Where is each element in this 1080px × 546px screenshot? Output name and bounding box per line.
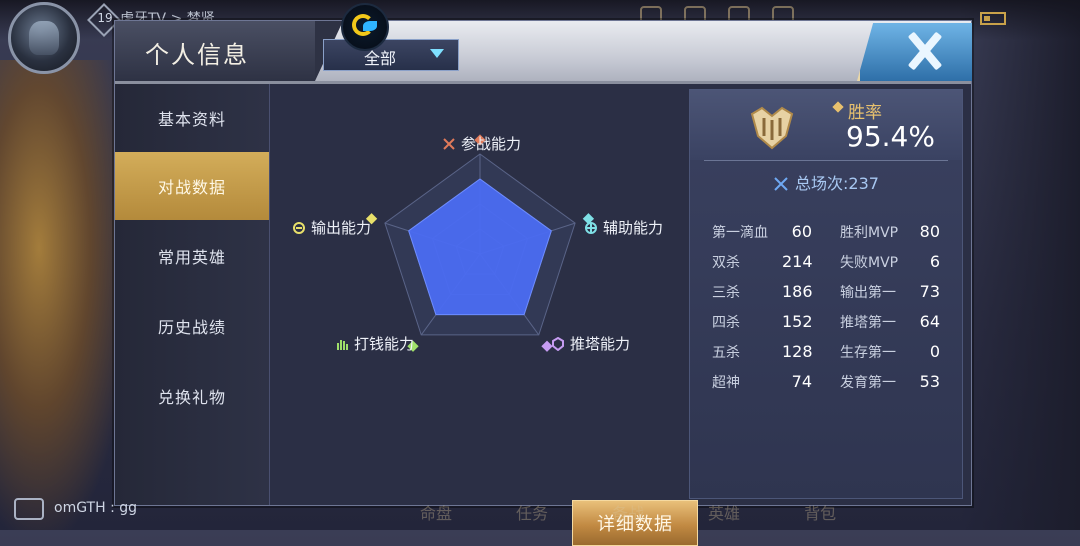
total-games-value: 237 — [848, 174, 879, 193]
huya-logo-icon — [341, 3, 389, 51]
radar-axis-label: 参战能力 — [461, 135, 522, 153]
mode-filter-select[interactable]: 全部 — [323, 39, 459, 71]
stat-label: 推塔第一 — [840, 315, 896, 331]
nav-item-rune[interactable]: 命盘 — [420, 500, 452, 524]
sidebar-item-battle-stats[interactable]: 对战数据 — [115, 152, 269, 220]
chat-icon[interactable] — [14, 498, 44, 520]
stat-label: 输出第一 — [840, 285, 896, 301]
tower-icon — [552, 337, 564, 351]
sidebar: 基本资料 对战数据 常用英雄 历史战绩 兑换礼物 — [115, 84, 270, 505]
stat-value: 80 — [919, 222, 940, 241]
crossed-swords-icon — [443, 138, 455, 150]
total-games-label: 总场次: — [795, 174, 849, 193]
bottom-nav: 命盘 任务 备战 英雄 背包 — [420, 500, 836, 524]
stat-label: 发育第一 — [840, 375, 896, 391]
chevron-down-icon — [430, 49, 444, 58]
sidebar-item-label: 对战数据 — [157, 178, 226, 197]
stat-value: 74 — [791, 372, 812, 391]
radar-label-damage: 输出能力 — [292, 217, 371, 238]
stat-value: 60 — [791, 222, 812, 241]
winrate-header: 胜率 95.4% — [690, 90, 962, 160]
stat-row: 四杀 152 推塔第一 64 — [690, 312, 962, 342]
stat-value: 64 — [919, 312, 940, 331]
crossed-swords-icon — [774, 177, 788, 191]
nav-item-tasks[interactable]: 任务 — [516, 500, 548, 524]
stat-value: 214 — [782, 252, 813, 271]
nav-item-backpack[interactable]: 背包 — [804, 500, 836, 524]
stats-panel: 胜率 95.4% 总场次:237 第一滴血 60 胜利MVP 80 双杀 214… — [689, 89, 963, 499]
stat-value: 186 — [782, 282, 813, 301]
sidebar-item-label: 兑换礼物 — [157, 388, 226, 407]
stat-label: 第一滴血 — [712, 225, 768, 241]
battery-icon — [980, 12, 1006, 25]
stat-label: 四杀 — [712, 315, 740, 331]
radar-label-farming: 打钱能力 — [335, 333, 414, 354]
radar-label-participation: 参战能力 — [442, 133, 521, 154]
stat-row: 超神 74 发育第一 53 — [690, 372, 962, 402]
stat-row: 第一滴血 60 胜利MVP 80 — [690, 222, 962, 252]
diamond-icon — [832, 101, 844, 113]
radar-label-tower-push: 推塔能力 — [551, 333, 630, 354]
background-shade — [960, 0, 1080, 530]
player-avatar[interactable] — [8, 2, 80, 74]
stat-value: 152 — [782, 312, 813, 331]
stat-value: 73 — [919, 282, 940, 301]
divider — [704, 160, 948, 161]
personal-info-dialog: 个人信息 全部 基本资料 对战数据 常用英雄 历史战绩 兑换礼物 参战能力 辅助… — [114, 3, 972, 546]
total-games-row: 总场次:237 — [690, 170, 962, 194]
radar-axis-label: 打钱能力 — [354, 335, 415, 353]
sidebar-item-redeem-gifts[interactable]: 兑换礼物 — [115, 362, 269, 430]
ability-radar-panel: 参战能力 辅助能力 推塔能力 打钱能力 输出能力 详细数据 — [270, 84, 698, 546]
page-title: 个人信息 — [145, 41, 249, 69]
stat-label: 生存第一 — [840, 345, 896, 361]
stat-value: 6 — [929, 252, 940, 271]
player-level: 19 — [97, 11, 113, 25]
stat-label: 胜利MVP — [840, 225, 899, 241]
radar-axis-label: 推塔能力 — [570, 335, 631, 353]
chat-message: omGTH : gg — [54, 500, 138, 516]
stat-label: 五杀 — [712, 345, 740, 361]
close-icon[interactable] — [895, 23, 955, 79]
sidebar-item-label: 历史战绩 — [157, 318, 226, 337]
sidebar-item-label: 基本资料 — [157, 110, 226, 129]
damage-icon — [293, 222, 305, 234]
stat-value: 0 — [929, 342, 940, 361]
stat-value: 53 — [919, 372, 940, 391]
support-icon — [585, 222, 597, 234]
background-hero-art — [0, 60, 130, 530]
nav-item-heroes[interactable]: 英雄 — [708, 500, 740, 524]
sidebar-item-common-heroes[interactable]: 常用英雄 — [115, 222, 269, 290]
hand-icon — [337, 340, 348, 350]
winrate-value: 95.4% — [846, 120, 935, 153]
radar-label-support: 辅助能力 — [584, 217, 663, 238]
radar-axis-label: 辅助能力 — [603, 219, 664, 237]
sidebar-item-basic-info[interactable]: 基本资料 — [115, 84, 269, 152]
stat-label: 双杀 — [712, 255, 740, 271]
stat-value: 128 — [782, 342, 813, 361]
stat-label: 超神 — [712, 375, 740, 391]
sidebar-item-label: 常用英雄 — [157, 248, 226, 267]
nav-item-prep[interactable]: 备战 — [612, 500, 644, 524]
stat-row: 三杀 186 输出第一 73 — [690, 282, 962, 312]
stat-label: 失败MVP — [840, 255, 899, 271]
dialog-header: 个人信息 全部 — [115, 3, 972, 84]
rank-emblem-icon — [750, 106, 794, 150]
stat-row: 五杀 128 生存第一 0 — [690, 342, 962, 372]
radar-axis-label: 输出能力 — [311, 219, 372, 237]
sidebar-item-match-history[interactable]: 历史战绩 — [115, 292, 269, 360]
stat-row: 双杀 214 失败MVP 6 — [690, 252, 962, 282]
stat-label: 三杀 — [712, 285, 740, 301]
